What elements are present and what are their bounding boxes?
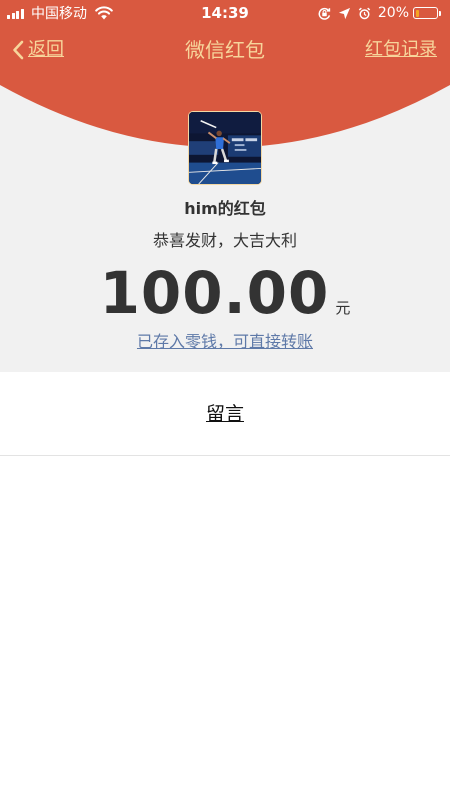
status-bar: 中国移动 14:39 20% [0, 0, 450, 26]
rotation-lock-icon [318, 7, 331, 20]
greeting-message: 恭喜发财，大吉大利 [152, 231, 297, 250]
sender-name: him的红包 [184, 199, 266, 218]
amount-value: 100.00 [99, 259, 330, 327]
red-packet-records-link[interactable]: 红包记录 [365, 38, 437, 62]
amount-unit: 元 [335, 299, 351, 317]
amount-display: 100.00 元 [0, 258, 450, 328]
location-icon [338, 7, 350, 19]
status-right: 20% [318, 4, 441, 22]
red-packet-summary: 中国移动 14:39 20% 返回 微信红包 红包记录 him的红包 恭喜发财，… [0, 0, 450, 372]
avatar [188, 111, 262, 185]
avatar-image [189, 112, 261, 184]
navigation-bar: 返回 微信红包 红包记录 [0, 30, 450, 70]
alarm-icon [358, 7, 371, 19]
saved-to-change-link[interactable]: 已存入零钱，可直接转账 [0, 331, 450, 353]
battery-cap [439, 10, 441, 16]
battery-icon [413, 7, 438, 19]
message-section: 留言 [0, 372, 450, 456]
battery-level-fill [415, 9, 420, 17]
battery-percent: 20% [377, 5, 409, 21]
leave-message-button[interactable]: 留言 [0, 401, 450, 427]
